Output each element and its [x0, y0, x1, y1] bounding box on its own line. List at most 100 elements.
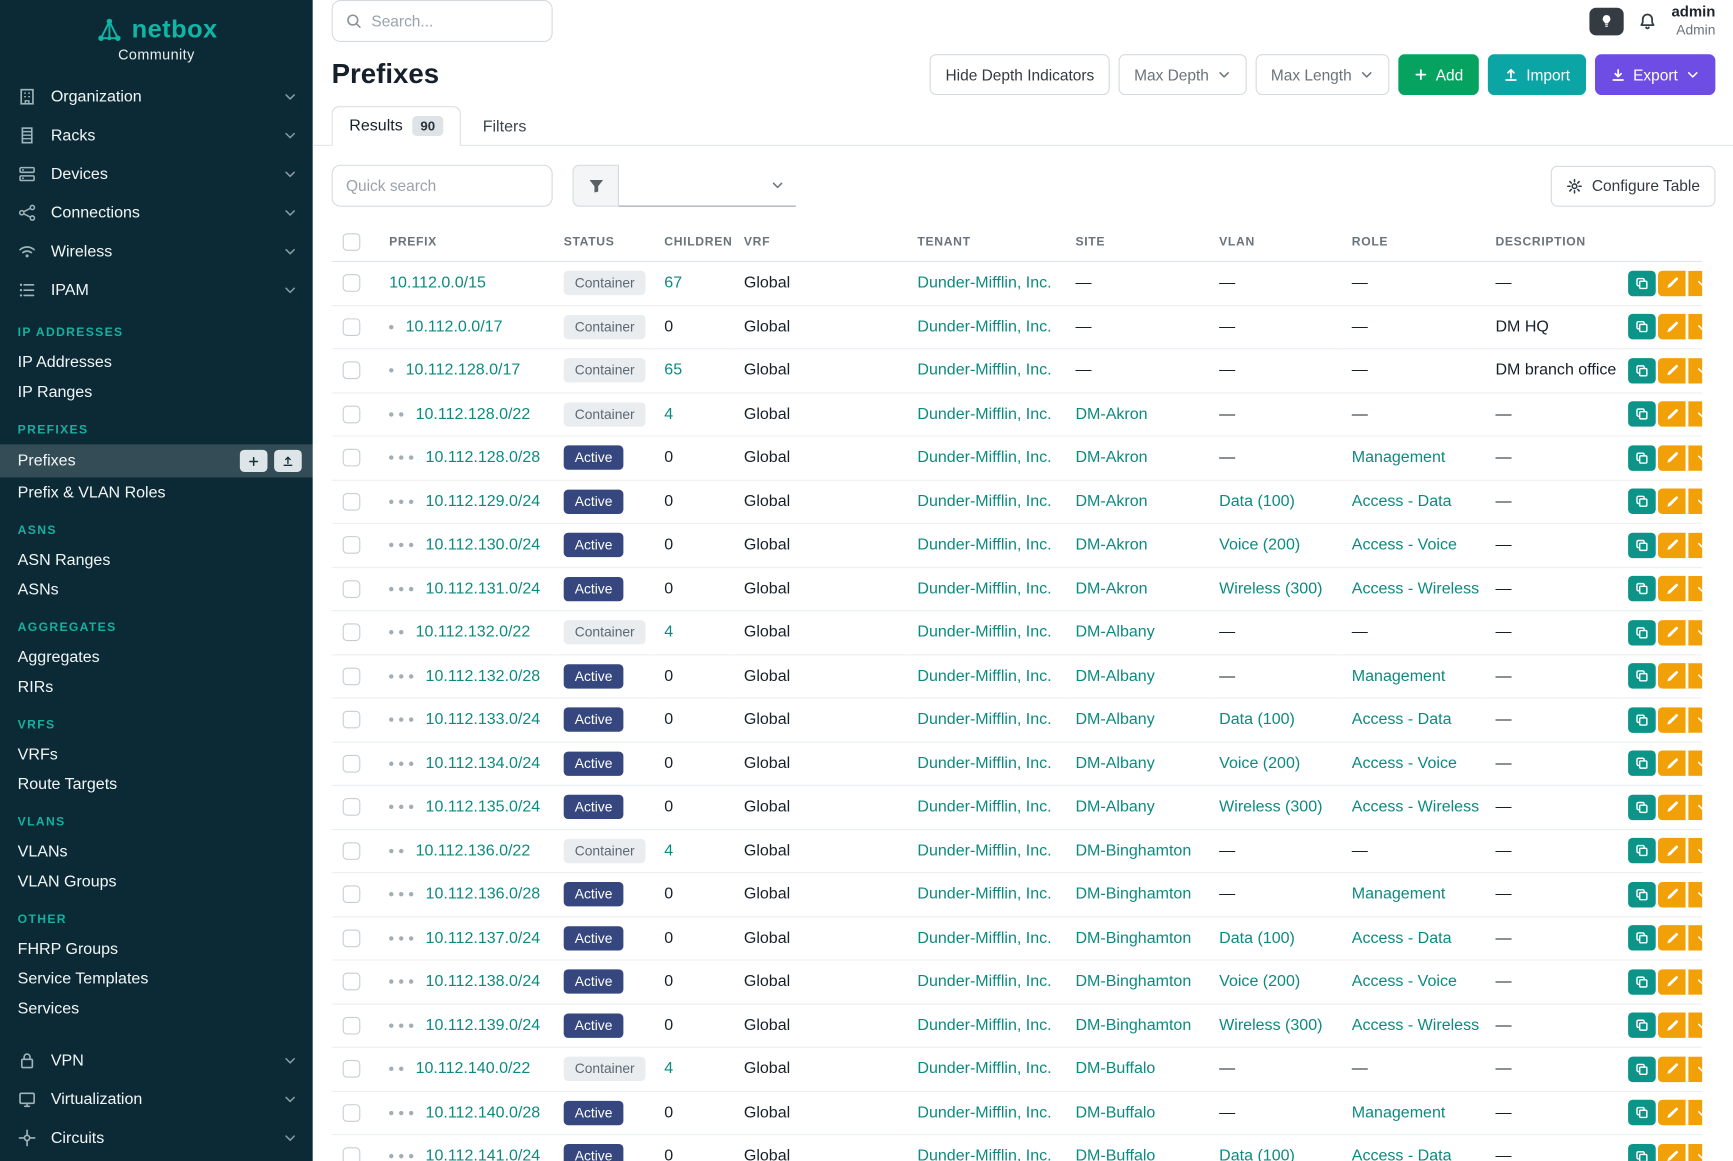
- prefix-link[interactable]: 10.112.137.0/24: [426, 929, 541, 947]
- copy-button[interactable]: [1628, 620, 1656, 645]
- row-actions-dropdown[interactable]: [1688, 969, 1702, 994]
- copy-button[interactable]: [1628, 402, 1656, 427]
- select-all-checkbox[interactable]: [343, 233, 361, 251]
- column-header-status[interactable]: STATUS: [553, 222, 654, 261]
- prefix-link[interactable]: 10.112.128.0/28: [426, 449, 541, 467]
- row-checkbox[interactable]: [343, 711, 361, 729]
- role-link[interactable]: Access - Voice: [1352, 973, 1457, 991]
- copy-button[interactable]: [1628, 576, 1656, 601]
- row-actions-dropdown[interactable]: [1688, 663, 1702, 688]
- theme-toggle-button[interactable]: [1590, 7, 1624, 35]
- column-header-vrf[interactable]: VRF: [733, 222, 907, 261]
- row-actions-dropdown[interactable]: [1688, 751, 1702, 776]
- sidebar-item-services[interactable]: Services: [0, 994, 313, 1024]
- copy-button[interactable]: [1628, 271, 1656, 296]
- row-actions-dropdown[interactable]: [1688, 620, 1702, 645]
- row-checkbox[interactable]: [343, 274, 361, 292]
- row-checkbox[interactable]: [343, 667, 361, 685]
- row-checkbox[interactable]: [343, 493, 361, 511]
- vlan-link[interactable]: Data (100): [1219, 929, 1295, 947]
- sidebar-item-prefixes[interactable]: Prefixes: [0, 444, 313, 477]
- site-link[interactable]: DM-Binghamton: [1075, 1017, 1191, 1035]
- role-link[interactable]: Management: [1352, 449, 1446, 467]
- edit-button[interactable]: [1658, 576, 1686, 601]
- site-link[interactable]: DM-Buffalo: [1075, 1104, 1155, 1122]
- row-checkbox[interactable]: [343, 798, 361, 816]
- copy-button[interactable]: [1628, 794, 1656, 819]
- copy-button[interactable]: [1628, 445, 1656, 470]
- site-link[interactable]: DM-Albany: [1075, 798, 1154, 816]
- copy-button[interactable]: [1628, 1056, 1656, 1081]
- sidebar-item-organization[interactable]: Organization: [0, 77, 313, 116]
- site-link[interactable]: DM-Albany: [1075, 667, 1154, 685]
- copy-button[interactable]: [1628, 751, 1656, 776]
- copy-button[interactable]: [1628, 663, 1656, 688]
- vlan-link[interactable]: Wireless (300): [1219, 580, 1322, 598]
- quick-add-button[interactable]: [240, 450, 268, 472]
- row-actions-dropdown[interactable]: [1688, 402, 1702, 427]
- user-menu[interactable]: admin Admin: [1671, 4, 1715, 38]
- role-link[interactable]: Access - Data: [1352, 493, 1452, 511]
- row-actions-dropdown[interactable]: [1688, 445, 1702, 470]
- tenant-link[interactable]: Dunder-Mifflin, Inc.: [917, 973, 1051, 991]
- tenant-link[interactable]: Dunder-Mifflin, Inc.: [917, 667, 1051, 685]
- vlan-link[interactable]: Wireless (300): [1219, 798, 1322, 816]
- saved-filter-select[interactable]: [619, 165, 796, 207]
- row-actions-dropdown[interactable]: [1688, 314, 1702, 339]
- sidebar-item-asns[interactable]: ASNs: [0, 575, 313, 605]
- edit-button[interactable]: [1658, 1100, 1686, 1125]
- row-actions-dropdown[interactable]: [1688, 925, 1702, 950]
- prefix-link[interactable]: 10.112.134.0/24: [426, 755, 541, 773]
- role-link[interactable]: Access - Wireless: [1352, 798, 1479, 816]
- copy-button[interactable]: [1628, 532, 1656, 557]
- row-actions-dropdown[interactable]: [1688, 489, 1702, 514]
- prefix-link[interactable]: 10.112.129.0/24: [426, 493, 541, 511]
- prefix-link[interactable]: 10.112.128.0/17: [406, 362, 521, 380]
- copy-button[interactable]: [1628, 969, 1656, 994]
- column-header-vlan[interactable]: VLAN: [1208, 222, 1341, 261]
- tenant-link[interactable]: Dunder-Mifflin, Inc.: [917, 755, 1051, 773]
- copy-button[interactable]: [1628, 314, 1656, 339]
- site-link[interactable]: DM-Albany: [1075, 624, 1154, 642]
- tab-results[interactable]: Results 90: [332, 106, 461, 146]
- row-actions-dropdown[interactable]: [1688, 838, 1702, 863]
- vlan-link[interactable]: Voice (200): [1219, 973, 1300, 991]
- role-link[interactable]: Management: [1352, 886, 1446, 904]
- prefix-link[interactable]: 10.112.141.0/24: [426, 1148, 541, 1161]
- sidebar-item-vlan-groups[interactable]: VLAN Groups: [0, 867, 313, 897]
- role-link[interactable]: Management: [1352, 1104, 1446, 1122]
- site-link[interactable]: DM-Binghamton: [1075, 886, 1191, 904]
- column-header-role[interactable]: ROLE: [1341, 222, 1485, 261]
- row-actions-dropdown[interactable]: [1688, 1144, 1702, 1161]
- vlan-link[interactable]: Voice (200): [1219, 536, 1300, 554]
- tenant-link[interactable]: Dunder-Mifflin, Inc.: [917, 362, 1051, 380]
- edit-button[interactable]: [1658, 445, 1686, 470]
- edit-button[interactable]: [1658, 402, 1686, 427]
- row-actions-dropdown[interactable]: [1688, 707, 1702, 732]
- edit-button[interactable]: [1658, 707, 1686, 732]
- sidebar-item-vlans[interactable]: VLANs: [0, 837, 313, 867]
- copy-button[interactable]: [1628, 358, 1656, 383]
- prefix-link[interactable]: 10.112.0.0/15: [389, 274, 486, 292]
- tenant-link[interactable]: Dunder-Mifflin, Inc.: [917, 274, 1051, 292]
- site-link[interactable]: DM-Buffalo: [1075, 1060, 1155, 1078]
- sidebar-item-vrfs[interactable]: VRFs: [0, 739, 313, 769]
- edit-button[interactable]: [1658, 882, 1686, 907]
- edit-button[interactable]: [1658, 751, 1686, 776]
- add-button[interactable]: Add: [1398, 54, 1479, 95]
- vlan-link[interactable]: Wireless (300): [1219, 1017, 1322, 1035]
- max-length-dropdown[interactable]: Max Length: [1255, 54, 1389, 95]
- site-link[interactable]: DM-Akron: [1075, 405, 1147, 423]
- site-link[interactable]: DM-Akron: [1075, 536, 1147, 554]
- edit-button[interactable]: [1658, 1013, 1686, 1038]
- site-link[interactable]: DM-Akron: [1075, 580, 1147, 598]
- sidebar-item-route-targets[interactable]: Route Targets: [0, 769, 313, 799]
- edit-button[interactable]: [1658, 838, 1686, 863]
- copy-button[interactable]: [1628, 1144, 1656, 1161]
- site-link[interactable]: DM-Buffalo: [1075, 1148, 1155, 1161]
- row-checkbox[interactable]: [343, 624, 361, 642]
- sidebar-item-prefix-vlan-roles[interactable]: Prefix & VLAN Roles: [0, 477, 313, 507]
- edit-button[interactable]: [1658, 663, 1686, 688]
- column-header-description[interactable]: DESCRIPTION: [1484, 222, 1617, 261]
- copy-button[interactable]: [1628, 925, 1656, 950]
